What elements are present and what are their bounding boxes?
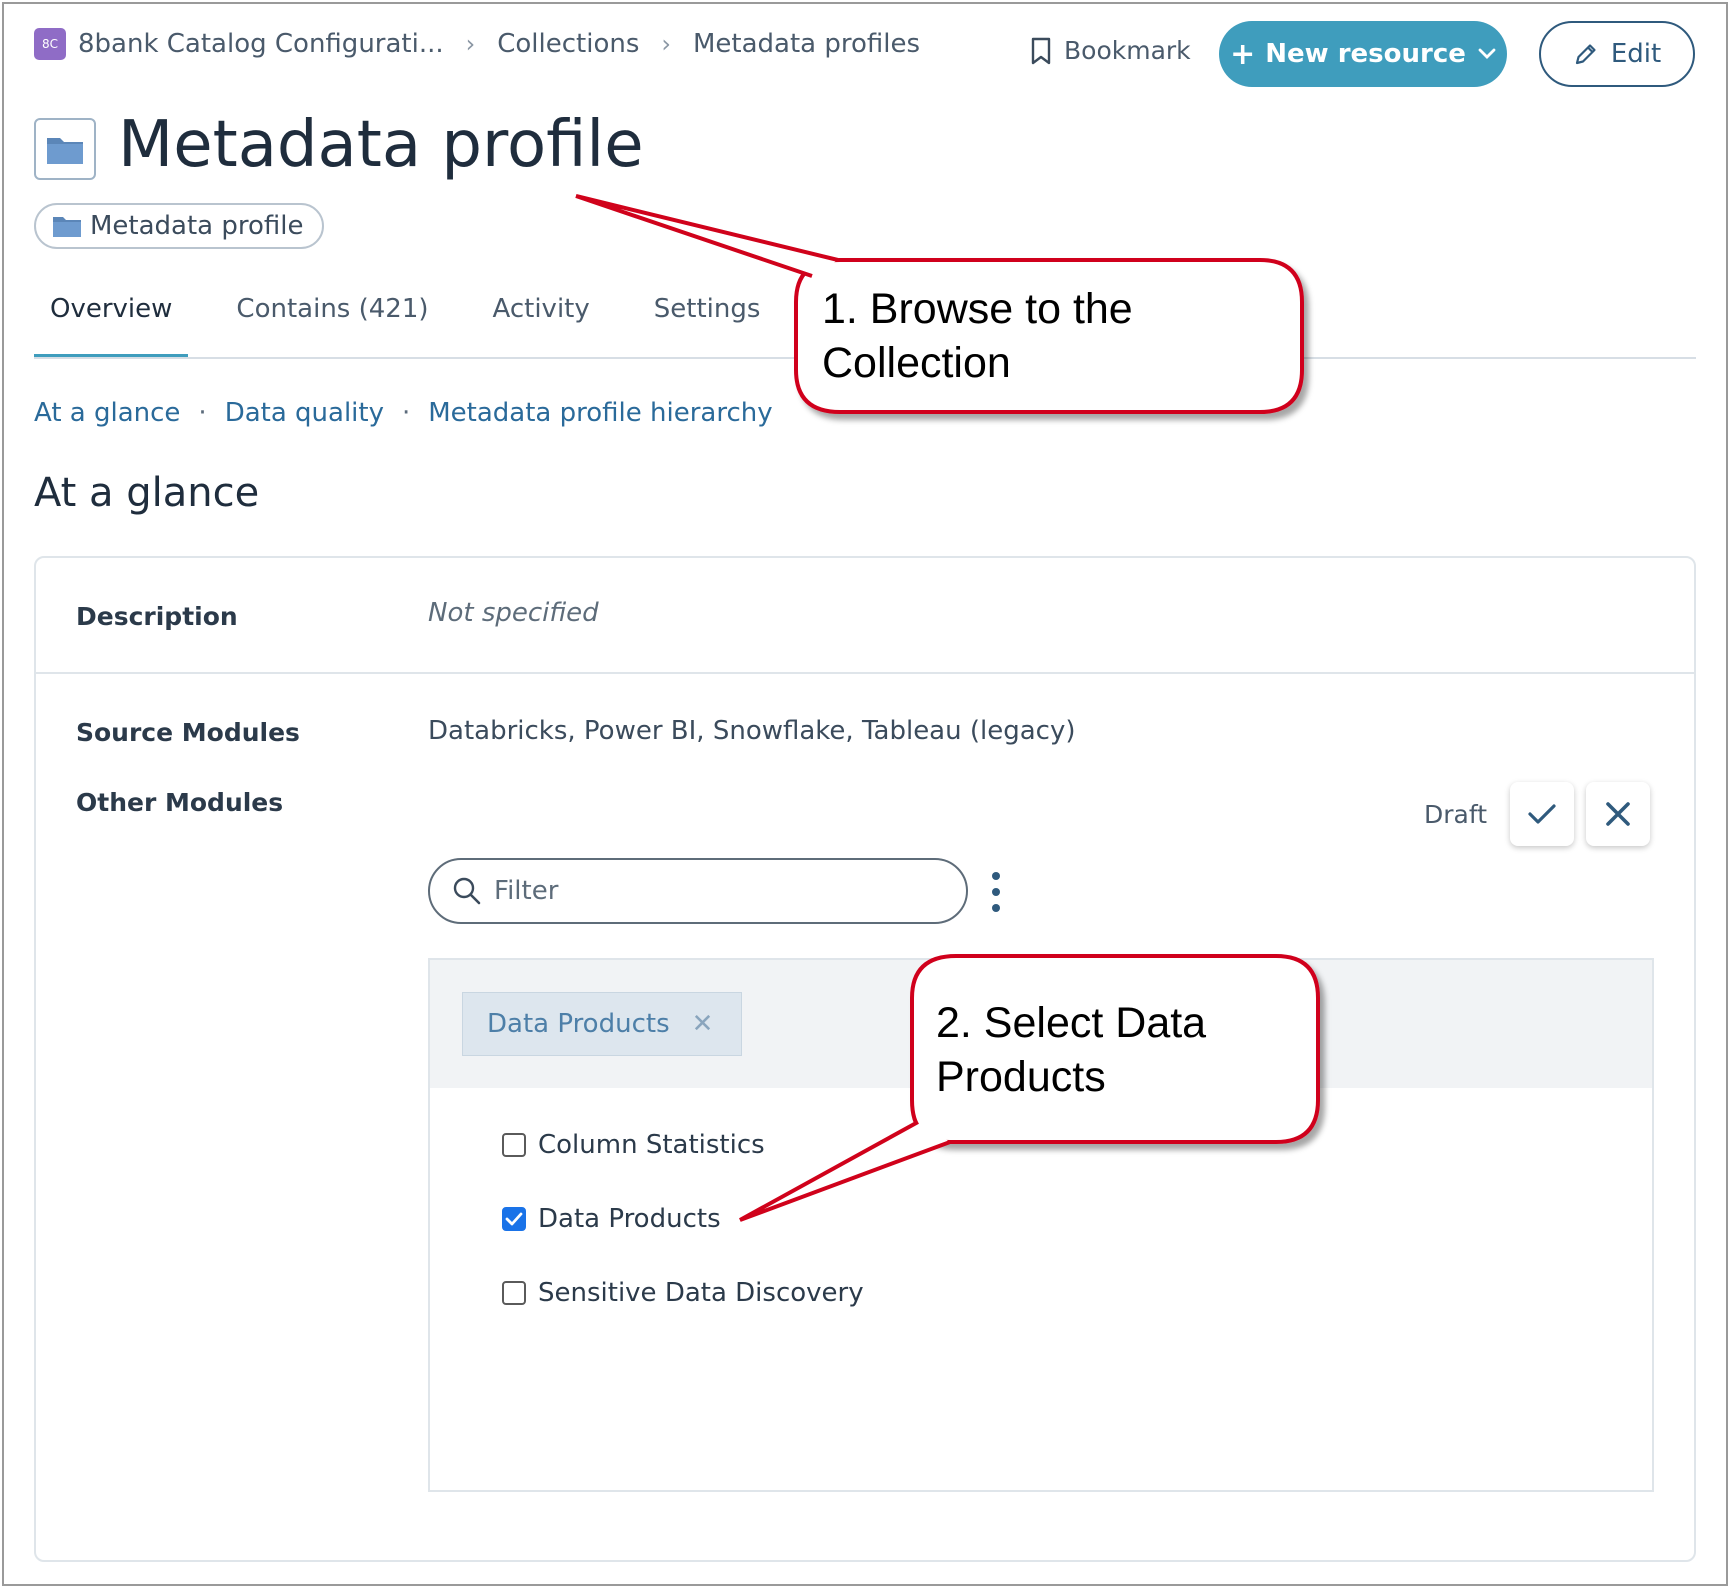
callout-2-text: 2. Select Data Products: [936, 996, 1206, 1104]
callout-overlay: [575, 194, 1320, 1222]
callout-2-line1: 2. Select Data: [936, 999, 1207, 1047]
callout-1-line1: 1. Browse to the: [822, 285, 1133, 333]
callout-1-pointer: [575, 194, 839, 278]
callout-2-line2: Products: [936, 1053, 1106, 1101]
callout-1-text: 1. Browse to the Collection: [822, 282, 1133, 390]
callout-2-pointer: [739, 1120, 951, 1222]
callout-1-line2: Collection: [822, 339, 1011, 387]
